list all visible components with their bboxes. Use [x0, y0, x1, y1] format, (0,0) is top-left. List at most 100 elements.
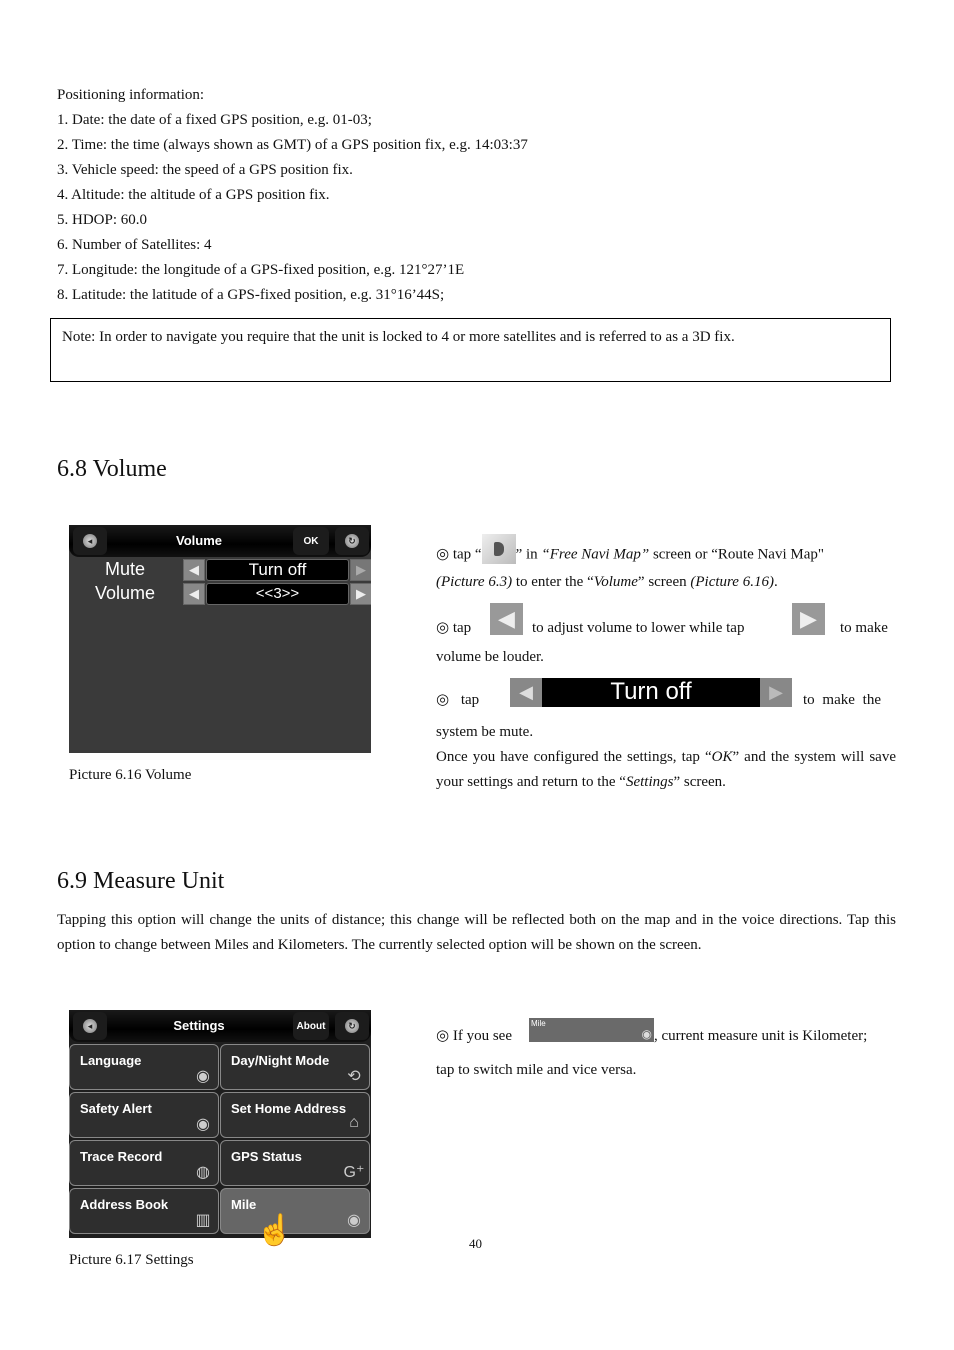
prev-arrow-icon: ◀ — [510, 678, 542, 707]
back-icon: ◂ — [83, 534, 97, 548]
page-number: 40 — [469, 1236, 482, 1251]
mute-value: Turn off — [206, 559, 349, 581]
section-title-measure-unit: 6.9 Measure Unit — [57, 868, 225, 894]
volume-label: Volume — [94, 583, 156, 603]
tile-label: Day/Night Mode — [231, 1053, 330, 1068]
section-title-volume: 6.8 Volume — [57, 456, 167, 482]
text: screen or “Route Navi Map" — [649, 546, 825, 563]
tile-gps-status[interactable]: GPS Status G⁺ — [220, 1140, 370, 1186]
text: to enter the “ — [512, 574, 594, 590]
volume-instruction-3b: to make the — [803, 692, 881, 708]
tile-language[interactable]: Language ◉ — [69, 1044, 219, 1090]
settings-screen: ◂ Settings About ↻ Language ◉ Day/Night … — [69, 1010, 371, 1238]
screen-title: Volume — [176, 533, 222, 548]
text: ” screen — [637, 574, 691, 590]
speaker-icon — [481, 534, 516, 564]
next-arrow-icon: ▶ — [760, 678, 792, 707]
text: ” screen. — [673, 774, 726, 790]
text: ” in — [515, 546, 542, 563]
volume-instruction-2a: ◎ tap — [436, 620, 472, 636]
gps-status-icon: G⁺ — [343, 1164, 365, 1181]
positioning-item: 2. Time: the time (always shown as GMT) … — [57, 137, 528, 153]
text: OK — [711, 749, 733, 765]
volume-up-button[interactable]: ▶ — [350, 583, 371, 605]
title-bar: ◂ Settings About ↻ — [69, 1010, 371, 1042]
measure-unit-icon: ◉ — [347, 1212, 361, 1229]
measure-instruction-b: , current measure unit is Kilometer; — [654, 1028, 868, 1044]
volume-instruction-3c: system be mute. — [436, 724, 534, 740]
positioning-item: 8. Latitude: the latitude of a GPS-fixed… — [57, 287, 445, 303]
mute-prev-button[interactable]: ◀ — [183, 559, 205, 581]
text: ◎ tap “ — [436, 546, 482, 563]
text: Once you have configured the settings, t… — [436, 749, 712, 765]
mute-label: Mute — [104, 559, 146, 579]
measure-instruction-c: tap to switch mile and vice versa. — [436, 1062, 637, 1078]
positioning-item: 1. Date: the date of a fixed GPS positio… — [57, 112, 372, 128]
screen-title: Settings — [173, 1018, 225, 1033]
navigate-button[interactable]: ↻ — [335, 1012, 369, 1040]
navigate-icon: ↻ — [345, 1019, 359, 1033]
tile-set-home-address[interactable]: Set Home Address ⌂ — [220, 1092, 370, 1138]
tile-label: Trace Record — [80, 1149, 163, 1164]
increase-volume-icon: ▶ — [792, 603, 825, 635]
tile-trace-record[interactable]: Trace Record ◍ — [69, 1140, 219, 1186]
tile-label: Address Book — [80, 1197, 169, 1212]
text: (Picture 6.3) — [436, 574, 513, 590]
measure-unit-icon: ◉ — [641, 1027, 652, 1041]
note-text: Note: In order to navigate you require t… — [62, 329, 735, 345]
volume-instruction-3a: ◎ tap — [436, 692, 480, 708]
mile-tile-widget: Mile ◉ — [529, 1018, 654, 1042]
back-button[interactable]: ◂ — [73, 1012, 107, 1040]
tile-label: Language — [80, 1053, 142, 1068]
tile-measure-unit[interactable]: Mile ◉ — [220, 1188, 370, 1234]
tile-address-book[interactable]: Address Book ▥ — [69, 1188, 219, 1234]
back-button[interactable]: ◂ — [73, 527, 107, 555]
mute-toggle-widget: ◀ Turn off ▶ — [510, 678, 792, 707]
caption-settings: Picture 6.17 Settings — [69, 1252, 194, 1268]
tile-safety-alert[interactable]: Safety Alert ◉ — [69, 1092, 219, 1138]
volume-instruction-2c: to make — [840, 620, 888, 636]
text: Settings — [625, 774, 674, 790]
mute-widget-value: Turn off — [610, 678, 692, 705]
tile-day-night-mode[interactable]: Day/Night Mode ⟲ — [220, 1044, 370, 1090]
volume-instruction-2b: to adjust volume to lower while tap — [532, 620, 745, 636]
text: . — [773, 574, 778, 590]
safety-alert-icon: ◉ — [196, 1116, 210, 1133]
measure-unit-description: Tapping this option will change the unit… — [57, 912, 896, 953]
ok-button[interactable]: OK — [293, 527, 329, 555]
positioning-item: 7. Longitude: the longitude of a GPS-fix… — [57, 262, 465, 278]
tile-label: Safety Alert — [80, 1101, 152, 1116]
tile-label: GPS Status — [231, 1149, 302, 1164]
back-icon: ◂ — [83, 1019, 97, 1033]
tap-hand-icon: ☝ — [256, 1214, 294, 1247]
title-bar: ◂ Volume OK ↻ — [69, 525, 371, 557]
volume-value: <<3>> — [206, 583, 349, 605]
positioning-item: 6. Number of Satellites: 4 — [57, 237, 212, 253]
address-book-icon: ▥ — [195, 1212, 211, 1229]
volume-down-button[interactable]: ◀ — [183, 583, 205, 605]
mute-next-button[interactable]: ▶ — [350, 559, 371, 581]
language-icon: ◉ — [196, 1068, 210, 1085]
text: “Free Navi Map” — [541, 546, 650, 563]
caption-volume: Picture 6.16 Volume — [69, 767, 192, 783]
measure-instruction-a: ◎ If you see — [436, 1028, 512, 1044]
home-icon: ⌂ — [349, 1114, 359, 1131]
positioning-item: 5. HDOP: 60.0 — [57, 212, 148, 228]
positioning-item: 3. Vehicle speed: the speed of a GPS pos… — [57, 162, 353, 178]
about-button[interactable]: About — [293, 1012, 329, 1040]
text: (Picture 6.16) — [690, 574, 774, 590]
positioning-item: 4. Altitude: the altitude of a GPS posit… — [57, 187, 330, 203]
mile-widget-label: Mile — [531, 1019, 546, 1028]
tile-label: Mile — [231, 1197, 257, 1212]
volume-instruction-4: Once you have configured the settings, t… — [436, 745, 896, 795]
volume-instruction-2d: volume be louder. — [436, 649, 544, 665]
navigate-button[interactable]: ↻ — [335, 527, 369, 555]
positioning-heading: Positioning information: — [57, 87, 205, 103]
trace-record-icon: ◍ — [196, 1164, 210, 1181]
day-night-icon: ⟲ — [347, 1068, 361, 1085]
volume-screen: ◂ Volume OK ↻ Mute ◀ Turn off ▶ Volume ◀… — [69, 525, 371, 753]
text: Volume — [593, 574, 638, 590]
tile-label: Set Home Address — [231, 1101, 347, 1116]
volume-instruction-1: ◎ tap “ ” in “Free Navi Map” screen or “R… — [436, 534, 896, 595]
navigate-icon: ↻ — [345, 534, 359, 548]
